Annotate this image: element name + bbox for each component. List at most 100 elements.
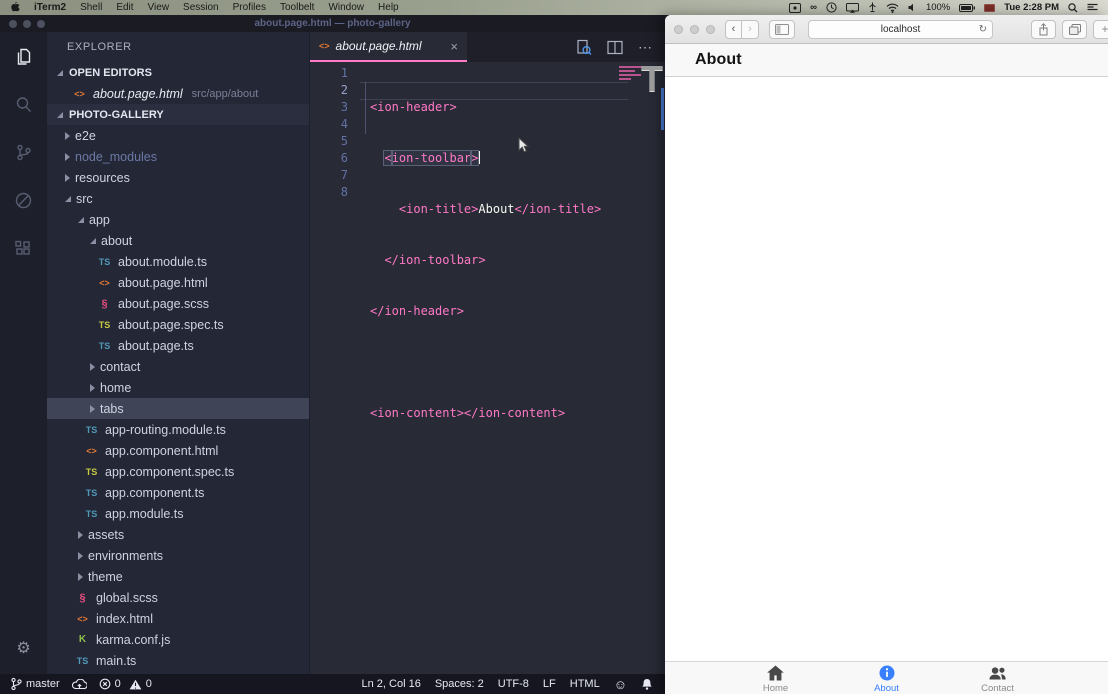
language-mode-indicator[interactable]: HTML — [570, 678, 600, 690]
indentation-indicator[interactable]: Spaces: 2 — [435, 678, 484, 690]
code-content[interactable]: <ion-header> <ion-toolbar> <ion-title>Ab… — [354, 62, 665, 674]
project-name-label: PHOTO-GALLERY — [69, 109, 164, 121]
tree-item-app-component-ts[interactable]: TSapp.component.ts — [47, 482, 309, 503]
tree-item-about-page-spec-ts[interactable]: TSabout.page.spec.ts — [47, 314, 309, 335]
tree-item-about[interactable]: about — [47, 230, 309, 251]
new-tab-button[interactable]: + — [1093, 20, 1108, 39]
menubar-clock[interactable]: Tue 2:28 PM — [1004, 2, 1059, 13]
eol-indicator[interactable]: LF — [543, 678, 556, 690]
tree-item-contact[interactable]: contact — [47, 356, 309, 377]
menu-help[interactable]: Help — [378, 2, 399, 13]
tree-item-e2e[interactable]: e2e — [47, 125, 309, 146]
wifi-icon[interactable] — [886, 3, 899, 13]
forward-button[interactable]: › — [742, 20, 759, 39]
tree-item-tabs[interactable]: tabs — [47, 398, 309, 419]
notification-center-icon[interactable] — [1087, 3, 1098, 12]
show-tabs-button[interactable] — [1062, 20, 1087, 39]
gear-icon[interactable]: ⚙ — [16, 638, 30, 658]
dongle-icon[interactable] — [868, 2, 877, 13]
menu-edit[interactable]: Edit — [116, 2, 133, 13]
tree-item-app-component-spec-ts[interactable]: TSapp.component.spec.ts — [47, 461, 309, 482]
tree-item-about-page-ts[interactable]: TSabout.page.ts — [47, 335, 309, 356]
tab-about-page-html[interactable]: <> about.page.html × — [310, 32, 467, 62]
tab-about[interactable]: About — [831, 662, 942, 694]
tree-item-about-module-ts[interactable]: TSabout.module.ts — [47, 251, 309, 272]
git-branch-indicator[interactable]: master — [10, 677, 60, 691]
karma-file-icon: K — [74, 634, 91, 645]
more-actions-icon[interactable]: ⋯ — [638, 39, 652, 56]
project-section-header[interactable]: PHOTO-GALLERY — [47, 104, 309, 125]
notifications-bell-icon[interactable] — [641, 678, 653, 691]
tree-item-global-scss[interactable]: §global.scss — [47, 587, 309, 608]
tree-item-index-html[interactable]: <>index.html — [47, 608, 309, 629]
scss-file-icon: § — [96, 298, 113, 310]
airplay-display-icon[interactable] — [846, 3, 859, 13]
tree-item-assets[interactable]: assets — [47, 524, 309, 545]
split-editor-icon[interactable] — [607, 40, 623, 55]
explorer-icon[interactable] — [0, 46, 47, 94]
chevron-collapsed-icon — [90, 405, 95, 413]
menu-iterm2[interactable]: iTerm2 — [34, 2, 66, 13]
tree-item-node-modules[interactable]: node_modules — [47, 146, 309, 167]
typescript-file-icon: TS — [74, 656, 91, 666]
close-icon[interactable]: × — [450, 39, 458, 54]
sync-changes-button[interactable] — [72, 679, 87, 690]
encoding-indicator[interactable]: UTF-8 — [498, 678, 529, 690]
share-button[interactable] — [1031, 20, 1056, 39]
tree-item-about-page-scss[interactable]: §about.page.scss — [47, 293, 309, 314]
tab-contact-label: Contact — [981, 683, 1014, 694]
cursor-position-indicator[interactable]: Ln 2, Col 16 — [362, 678, 421, 690]
tree-item-main-ts[interactable]: TSmain.ts — [47, 650, 309, 671]
debug-disabled-icon[interactable] — [0, 190, 47, 238]
vscode-titlebar[interactable]: about.page.html — photo-gallery — [0, 15, 665, 32]
zoom-window-button[interactable] — [706, 25, 715, 34]
tree-item-app-module-ts[interactable]: TSapp.module.ts — [47, 503, 309, 524]
tree-item-src[interactable]: src — [47, 188, 309, 209]
menu-toolbelt[interactable]: Toolbelt — [280, 2, 314, 13]
sidebar-toggle-button[interactable] — [769, 20, 795, 39]
search-icon[interactable] — [0, 94, 47, 142]
apple-icon[interactable] — [10, 1, 20, 15]
tree-item-app[interactable]: app — [47, 209, 309, 230]
open-editor-path: src/app/about — [192, 88, 259, 100]
minimize-window-button[interactable] — [690, 25, 699, 34]
back-button[interactable]: ‹ — [725, 20, 742, 39]
search-editor-icon[interactable] — [575, 39, 592, 56]
tree-item-app-routing-module-ts[interactable]: TSapp-routing.module.ts — [47, 419, 309, 440]
code-editor[interactable]: 1 2 3 4 5 6 7 8 <ion-header> <ion-toolba… — [310, 62, 665, 674]
feedback-smiley-icon[interactable]: ☺ — [614, 677, 627, 692]
tree-item-app-component-html[interactable]: <>app.component.html — [47, 440, 309, 461]
tree-item-karma-conf-js[interactable]: Kkarma.conf.js — [47, 629, 309, 650]
menu-shell[interactable]: Shell — [80, 2, 102, 13]
tab-contact[interactable]: Contact — [942, 662, 1053, 694]
menu-window[interactable]: Window — [328, 2, 364, 13]
menu-profiles[interactable]: Profiles — [233, 2, 266, 13]
glasses-icon[interactable]: ∞ — [810, 2, 817, 13]
spotlight-icon[interactable] — [1068, 3, 1078, 13]
tree-item-resources[interactable]: resources — [47, 167, 309, 188]
time-machine-icon[interactable] — [826, 2, 837, 13]
source-control-icon[interactable] — [0, 142, 47, 190]
line-number-gutter[interactable]: 1 2 3 4 5 6 7 8 — [310, 62, 354, 674]
extensions-icon[interactable] — [0, 238, 47, 286]
open-editor-item[interactable]: <> about.page.html src/app/about — [47, 83, 309, 104]
tab-home-label: Home — [763, 683, 788, 694]
input-source-flag-icon[interactable] — [984, 4, 995, 12]
screenshot-icon[interactable] — [789, 3, 801, 13]
menu-view[interactable]: View — [148, 2, 170, 13]
close-window-button[interactable] — [674, 25, 683, 34]
tree-item-environments[interactable]: environments — [47, 545, 309, 566]
volume-icon[interactable] — [908, 3, 917, 12]
address-bar[interactable]: localhost ↻ — [808, 20, 993, 39]
reload-icon[interactable]: ↻ — [979, 24, 987, 35]
menu-session[interactable]: Session — [183, 2, 219, 13]
battery-icon[interactable] — [959, 4, 975, 12]
tab-home[interactable]: Home — [720, 662, 831, 694]
tree-item-theme[interactable]: theme — [47, 566, 309, 587]
problems-indicator[interactable]: 0 0 — [99, 678, 152, 690]
tree-item-about-page-html[interactable]: <>about.page.html — [47, 272, 309, 293]
tree-item-home[interactable]: home — [47, 377, 309, 398]
open-editors-section-header[interactable]: OPEN EDITORS — [47, 62, 309, 83]
typescript-spec-file-icon: TS — [96, 320, 113, 330]
html-file-icon: <> — [83, 446, 100, 456]
